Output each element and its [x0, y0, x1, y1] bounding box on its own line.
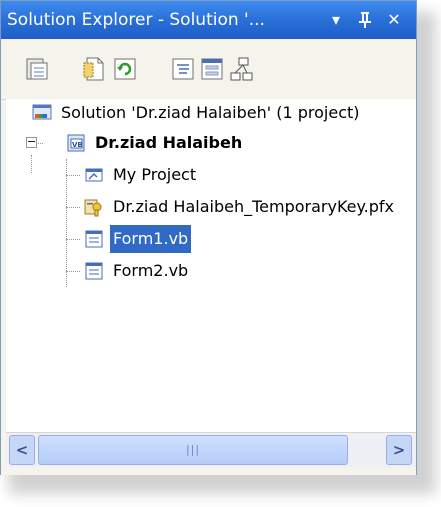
window-position-dropdown-button[interactable]: ▾ — [324, 7, 348, 33]
window-title: Solution Explorer - Solution '... — [7, 10, 265, 30]
tree-connector — [66, 239, 80, 240]
view-code-icon — [172, 58, 194, 80]
scroll-right-button[interactable]: > — [386, 435, 412, 465]
view-class-diagram-button[interactable] — [227, 55, 255, 83]
tree-connector — [66, 159, 67, 287]
properties-button[interactable] — [23, 55, 51, 83]
window-bottom-border — [1, 467, 416, 475]
toolbar — [1, 39, 416, 100]
svg-text:VB: VB — [72, 141, 83, 149]
view-designer-button[interactable] — [198, 55, 226, 83]
refresh-icon — [114, 58, 136, 80]
auto-hide-pin-button[interactable] — [353, 7, 377, 33]
view-designer-icon — [201, 58, 223, 80]
scroll-left-button[interactable]: < — [9, 435, 35, 465]
solution-label: Solution 'Dr.ziad Halaibeh' (1 project) — [61, 103, 360, 122]
key-icon — [84, 197, 104, 217]
pin-icon — [359, 12, 371, 28]
tree-connector — [66, 271, 80, 272]
solution-tree: Solution 'Dr.ziad Halaibeh' (1 project) … — [6, 99, 416, 432]
refresh-button[interactable] — [111, 55, 139, 83]
vb-project-icon: VB — [66, 133, 86, 153]
project-expander[interactable]: − — [26, 136, 37, 148]
view-code-button[interactable] — [169, 55, 197, 83]
tree-connector — [66, 175, 80, 176]
solution-icon — [32, 103, 52, 123]
my-project-label: My Project — [113, 165, 197, 184]
scrollbar-thumb[interactable]: ||| — [38, 435, 348, 465]
form-icon — [84, 229, 104, 249]
form-icon — [84, 261, 104, 281]
properties-icon — [26, 58, 48, 80]
close-button[interactable]: ✕ — [382, 7, 406, 33]
tree-connector — [31, 155, 32, 173]
temporary-key-label: Dr.ziad Halaibeh_TemporaryKey.pfx — [113, 197, 395, 216]
my-project-icon — [84, 165, 104, 185]
title-bar[interactable]: Solution Explorer - Solution '... ▾ ✕ — [1, 1, 416, 39]
show-all-files-icon — [83, 57, 104, 81]
tree-connector — [66, 207, 80, 208]
form2-label: Form2.vb — [113, 261, 189, 280]
show-all-files-button[interactable] — [81, 55, 109, 83]
form1-label: Form1.vb — [110, 225, 192, 253]
horizontal-scrollbar[interactable]: < ||| > — [6, 432, 416, 468]
class-diagram-icon — [230, 57, 253, 81]
project-label: Dr.ziad Halaibeh — [95, 133, 243, 152]
solution-explorer-window: Solution Explorer - Solution '... ▾ ✕ So… — [0, 0, 417, 475]
